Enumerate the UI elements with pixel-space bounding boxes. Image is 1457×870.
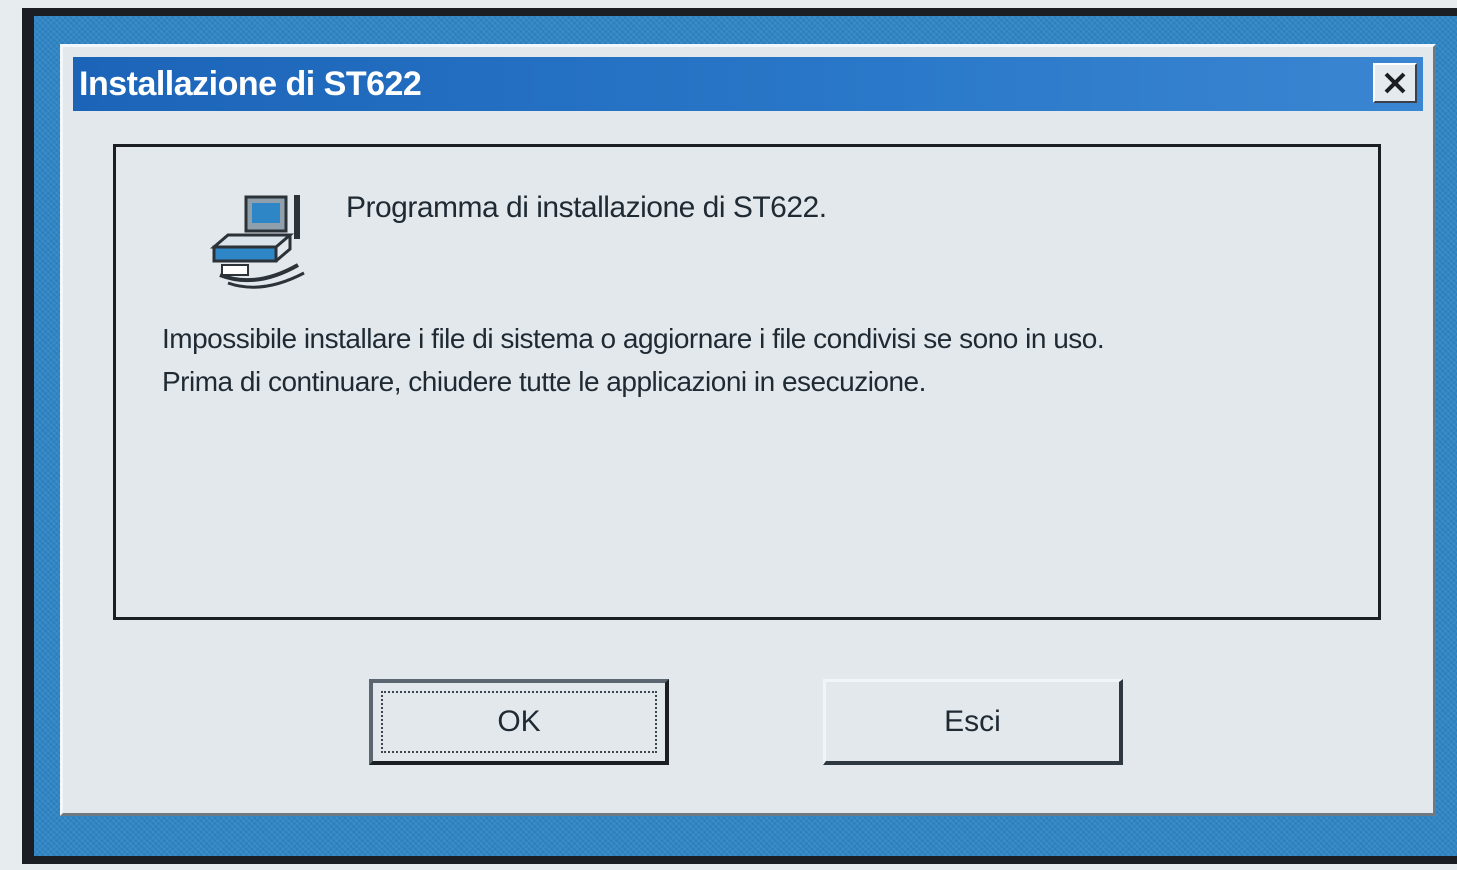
setup-computer-icon [209, 195, 305, 289]
setup-heading: Programma di installazione di ST622. [346, 191, 827, 224]
message-line: Prima di continuare, chiudere tutte le a… [162, 366, 926, 397]
exit-button[interactable]: Esci [823, 679, 1123, 765]
message-panel: Programma di installazione di ST622. Imp… [113, 144, 1381, 620]
focus-rectangle [381, 691, 657, 753]
setup-dialog: Installazione di ST622 Programma di inst… [60, 44, 1436, 816]
message-line: Impossibile installare i file di sistema… [162, 323, 1105, 354]
screen: Installazione di ST622 Programma di inst… [0, 0, 1457, 870]
title-bar[interactable]: Installazione di ST622 [73, 57, 1423, 111]
ok-button[interactable]: OK [369, 679, 669, 765]
window-title: Installazione di ST622 [79, 65, 422, 103]
warning-message: Impossibile installare i file di sistema… [162, 317, 1105, 403]
close-button[interactable] [1373, 63, 1417, 103]
exit-button-label: Esci [944, 704, 1001, 738]
close-icon [1384, 72, 1406, 94]
